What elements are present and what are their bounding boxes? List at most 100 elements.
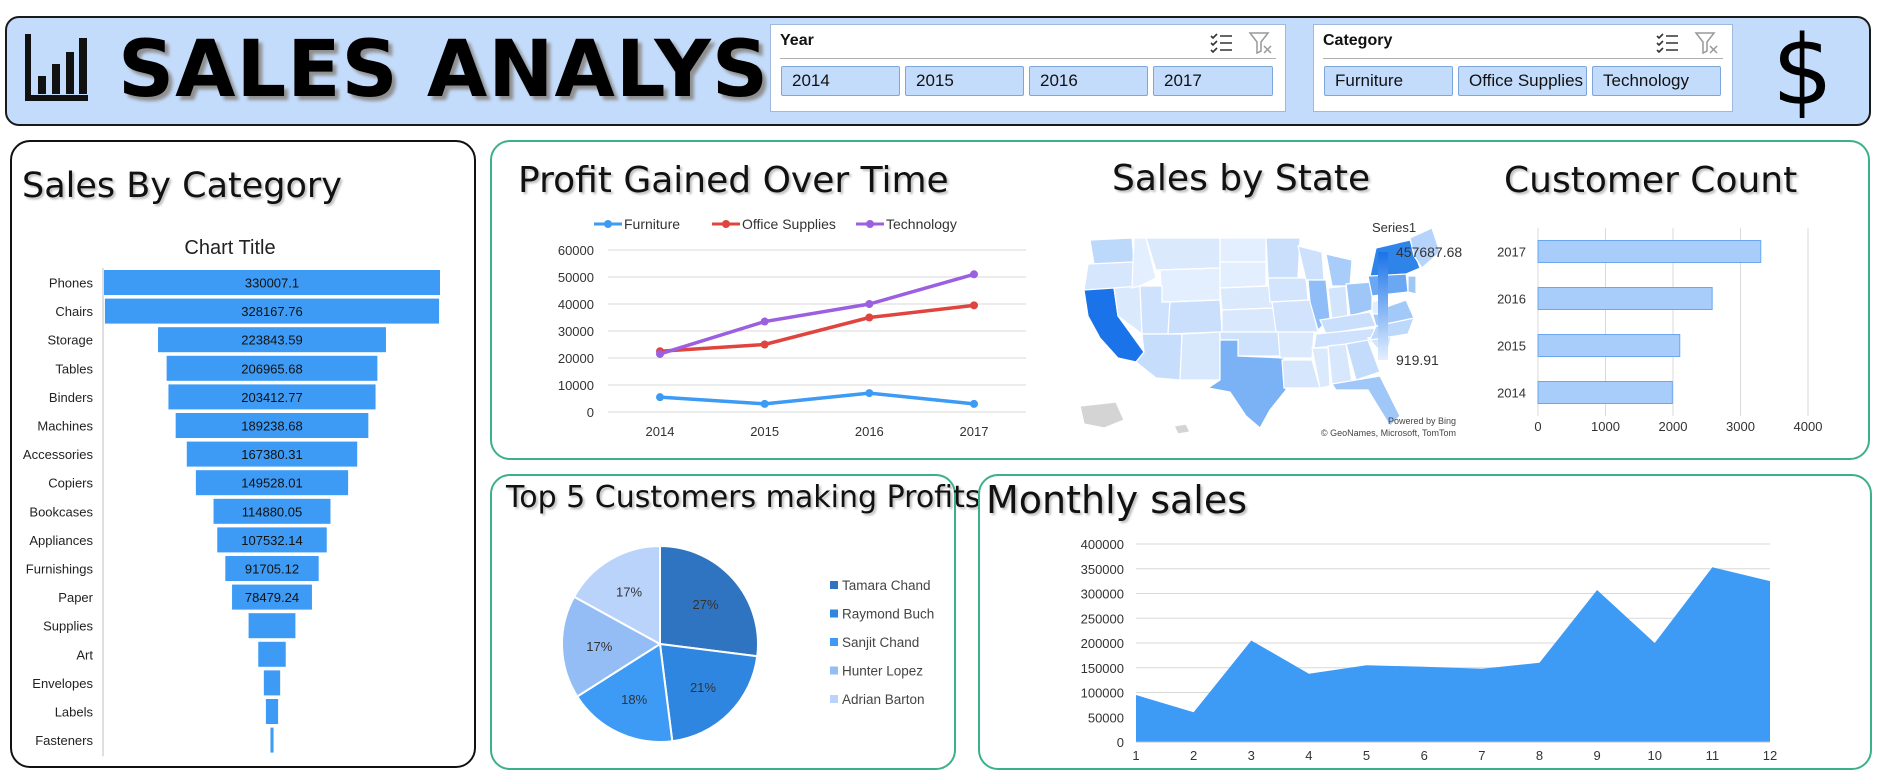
map-credit-bing: Powered by Bing bbox=[1387, 416, 1456, 426]
line-point bbox=[865, 313, 874, 322]
category-technology-button[interactable]: Technology bbox=[1592, 66, 1721, 96]
line-series-furniture bbox=[659, 391, 975, 406]
area-y-tick-label: 200000 bbox=[1081, 636, 1124, 651]
state-oregon bbox=[1083, 261, 1135, 291]
year-2017-button[interactable]: 2017 bbox=[1153, 66, 1273, 96]
category-data-label: 114880.05 bbox=[242, 504, 303, 519]
customer-y-tick-label: 2016 bbox=[1497, 292, 1526, 307]
category-data-label: 167380.31 bbox=[241, 447, 302, 462]
year-2014-button[interactable]: 2014 bbox=[781, 66, 900, 96]
map-legend-min: 919.91 bbox=[1396, 352, 1439, 368]
line-series-technology bbox=[659, 272, 975, 356]
line-point bbox=[970, 270, 978, 279]
legend-label: Technology bbox=[886, 216, 957, 232]
line-y-tick-label: 10000 bbox=[558, 378, 594, 393]
state-montana bbox=[1145, 237, 1221, 271]
area-x-tick-label: 1 bbox=[1132, 748, 1139, 763]
category-tick-label: Fasteners bbox=[35, 733, 93, 748]
category-data-label: 107532.14 bbox=[241, 533, 302, 548]
category-slicer-title: Category bbox=[1323, 32, 1393, 49]
multi-select-icon[interactable] bbox=[1210, 32, 1234, 54]
customer-y-tick-label: 2015 bbox=[1497, 339, 1526, 354]
category-data-label: 223843.59 bbox=[241, 333, 302, 348]
category-tick-label: Art bbox=[76, 647, 93, 662]
year-2016-button[interactable]: 2016 bbox=[1029, 66, 1148, 96]
line-y-tick-label: 50000 bbox=[558, 270, 594, 285]
pie-legend-swatch bbox=[830, 638, 838, 646]
state-arizona bbox=[1135, 333, 1183, 381]
sales-by-category-title: Sales By Category bbox=[22, 166, 343, 206]
line-point bbox=[760, 340, 769, 349]
area-y-tick-label: 50000 bbox=[1088, 710, 1124, 725]
state-north-dakota bbox=[1219, 237, 1267, 263]
state-wyoming bbox=[1159, 267, 1221, 303]
area-y-tick-label: 350000 bbox=[1081, 562, 1124, 577]
year-slicer-title: Year bbox=[780, 32, 814, 49]
category-data-label: 91705.12 bbox=[245, 562, 299, 577]
line-point bbox=[760, 317, 769, 326]
top5-customers-chart: 27% 21% 18% 17% 17% Tamara Chand Raymond Buch S… bbox=[561, 544, 934, 743]
category-tick-label: Supplies bbox=[43, 619, 93, 634]
year-2015-button[interactable]: 2015 bbox=[905, 66, 1024, 96]
customer-x-tick-label: 0 bbox=[1534, 419, 1541, 434]
category-tick-label: Bookcases bbox=[29, 504, 93, 519]
category-tick-label: Appliances bbox=[29, 533, 93, 548]
area-x-tick-label: 7 bbox=[1478, 748, 1485, 763]
legend-label: Office Supplies bbox=[742, 216, 836, 232]
chart-title: Chart Title bbox=[184, 237, 275, 259]
monthly-sales-chart: 0 50000 100000 150000 200000 250000 300000 3500… bbox=[1081, 537, 1778, 763]
state-indiana bbox=[1327, 285, 1349, 321]
category-tick-label: Binders bbox=[49, 390, 94, 405]
area-x-tick-label: 8 bbox=[1536, 748, 1543, 763]
multi-select-icon[interactable] bbox=[1656, 32, 1680, 54]
area-y-tick-label: 150000 bbox=[1081, 661, 1124, 676]
line-y-tick-label: 40000 bbox=[558, 297, 594, 312]
pie-legend-swatch bbox=[830, 581, 838, 589]
category-bar bbox=[258, 641, 286, 667]
customer-bar bbox=[1537, 381, 1673, 404]
state-kansas bbox=[1221, 307, 1277, 333]
top5-customers-title: Top 5 Customers making Profits bbox=[506, 480, 981, 515]
year-slicer-divider bbox=[780, 58, 1276, 59]
category-furniture-button[interactable]: Furniture bbox=[1324, 66, 1453, 96]
pie-legend-swatch bbox=[830, 666, 838, 675]
category-data-label: 78479.24 bbox=[245, 590, 299, 605]
category-data-label: 149528.01 bbox=[241, 476, 302, 491]
category-office-supplies-button[interactable]: Office Supplies bbox=[1458, 66, 1587, 96]
customer-x-tick-label: 2000 bbox=[1659, 419, 1688, 434]
state-alaska bbox=[1079, 401, 1125, 429]
pie-legend-label: Adrian Barton bbox=[842, 692, 925, 707]
category-bar bbox=[265, 699, 279, 724]
category-tick-label: Tables bbox=[55, 361, 93, 376]
clear-filter-icon[interactable] bbox=[1248, 31, 1274, 55]
line-y-tick-label: 60000 bbox=[558, 243, 594, 258]
customer-y-tick-label: 2017 bbox=[1497, 245, 1526, 260]
pie-legend-swatch bbox=[830, 609, 838, 618]
state-arkansas bbox=[1277, 331, 1315, 359]
category-data-label: 328167.76 bbox=[241, 304, 302, 319]
line-x-tick-label: 2014 bbox=[646, 424, 675, 439]
pie-legend-label: Sanjit Chand bbox=[842, 635, 919, 650]
legend-marker bbox=[866, 220, 874, 228]
state-iowa bbox=[1267, 277, 1309, 303]
category-tick-label: Envelopes bbox=[32, 676, 93, 691]
clear-filter-icon[interactable] bbox=[1694, 31, 1720, 55]
area-x-tick-label: 10 bbox=[1647, 748, 1661, 763]
category-bar bbox=[270, 727, 274, 753]
area-x-tick-label: 6 bbox=[1421, 748, 1428, 763]
category-data-label: 189238.68 bbox=[241, 419, 302, 434]
category-tick-label: Accessories bbox=[23, 447, 94, 462]
legend-marker bbox=[604, 220, 612, 228]
category-bar bbox=[248, 613, 296, 639]
line-x-tick-label: 2016 bbox=[855, 424, 884, 439]
area-x-tick-label: 11 bbox=[1706, 748, 1720, 763]
area-x-tick-label: 5 bbox=[1363, 748, 1370, 763]
legend-label: Furniture bbox=[624, 216, 680, 232]
line-x-tick-label: 2017 bbox=[960, 424, 989, 439]
category-tick-label: Chairs bbox=[55, 304, 93, 319]
pie-value-label: 27% bbox=[693, 597, 719, 612]
pie-value-label: 17% bbox=[586, 639, 612, 654]
state-south-dakota bbox=[1219, 261, 1267, 289]
line-point bbox=[760, 399, 769, 408]
area-x-tick-label: 9 bbox=[1593, 748, 1600, 763]
